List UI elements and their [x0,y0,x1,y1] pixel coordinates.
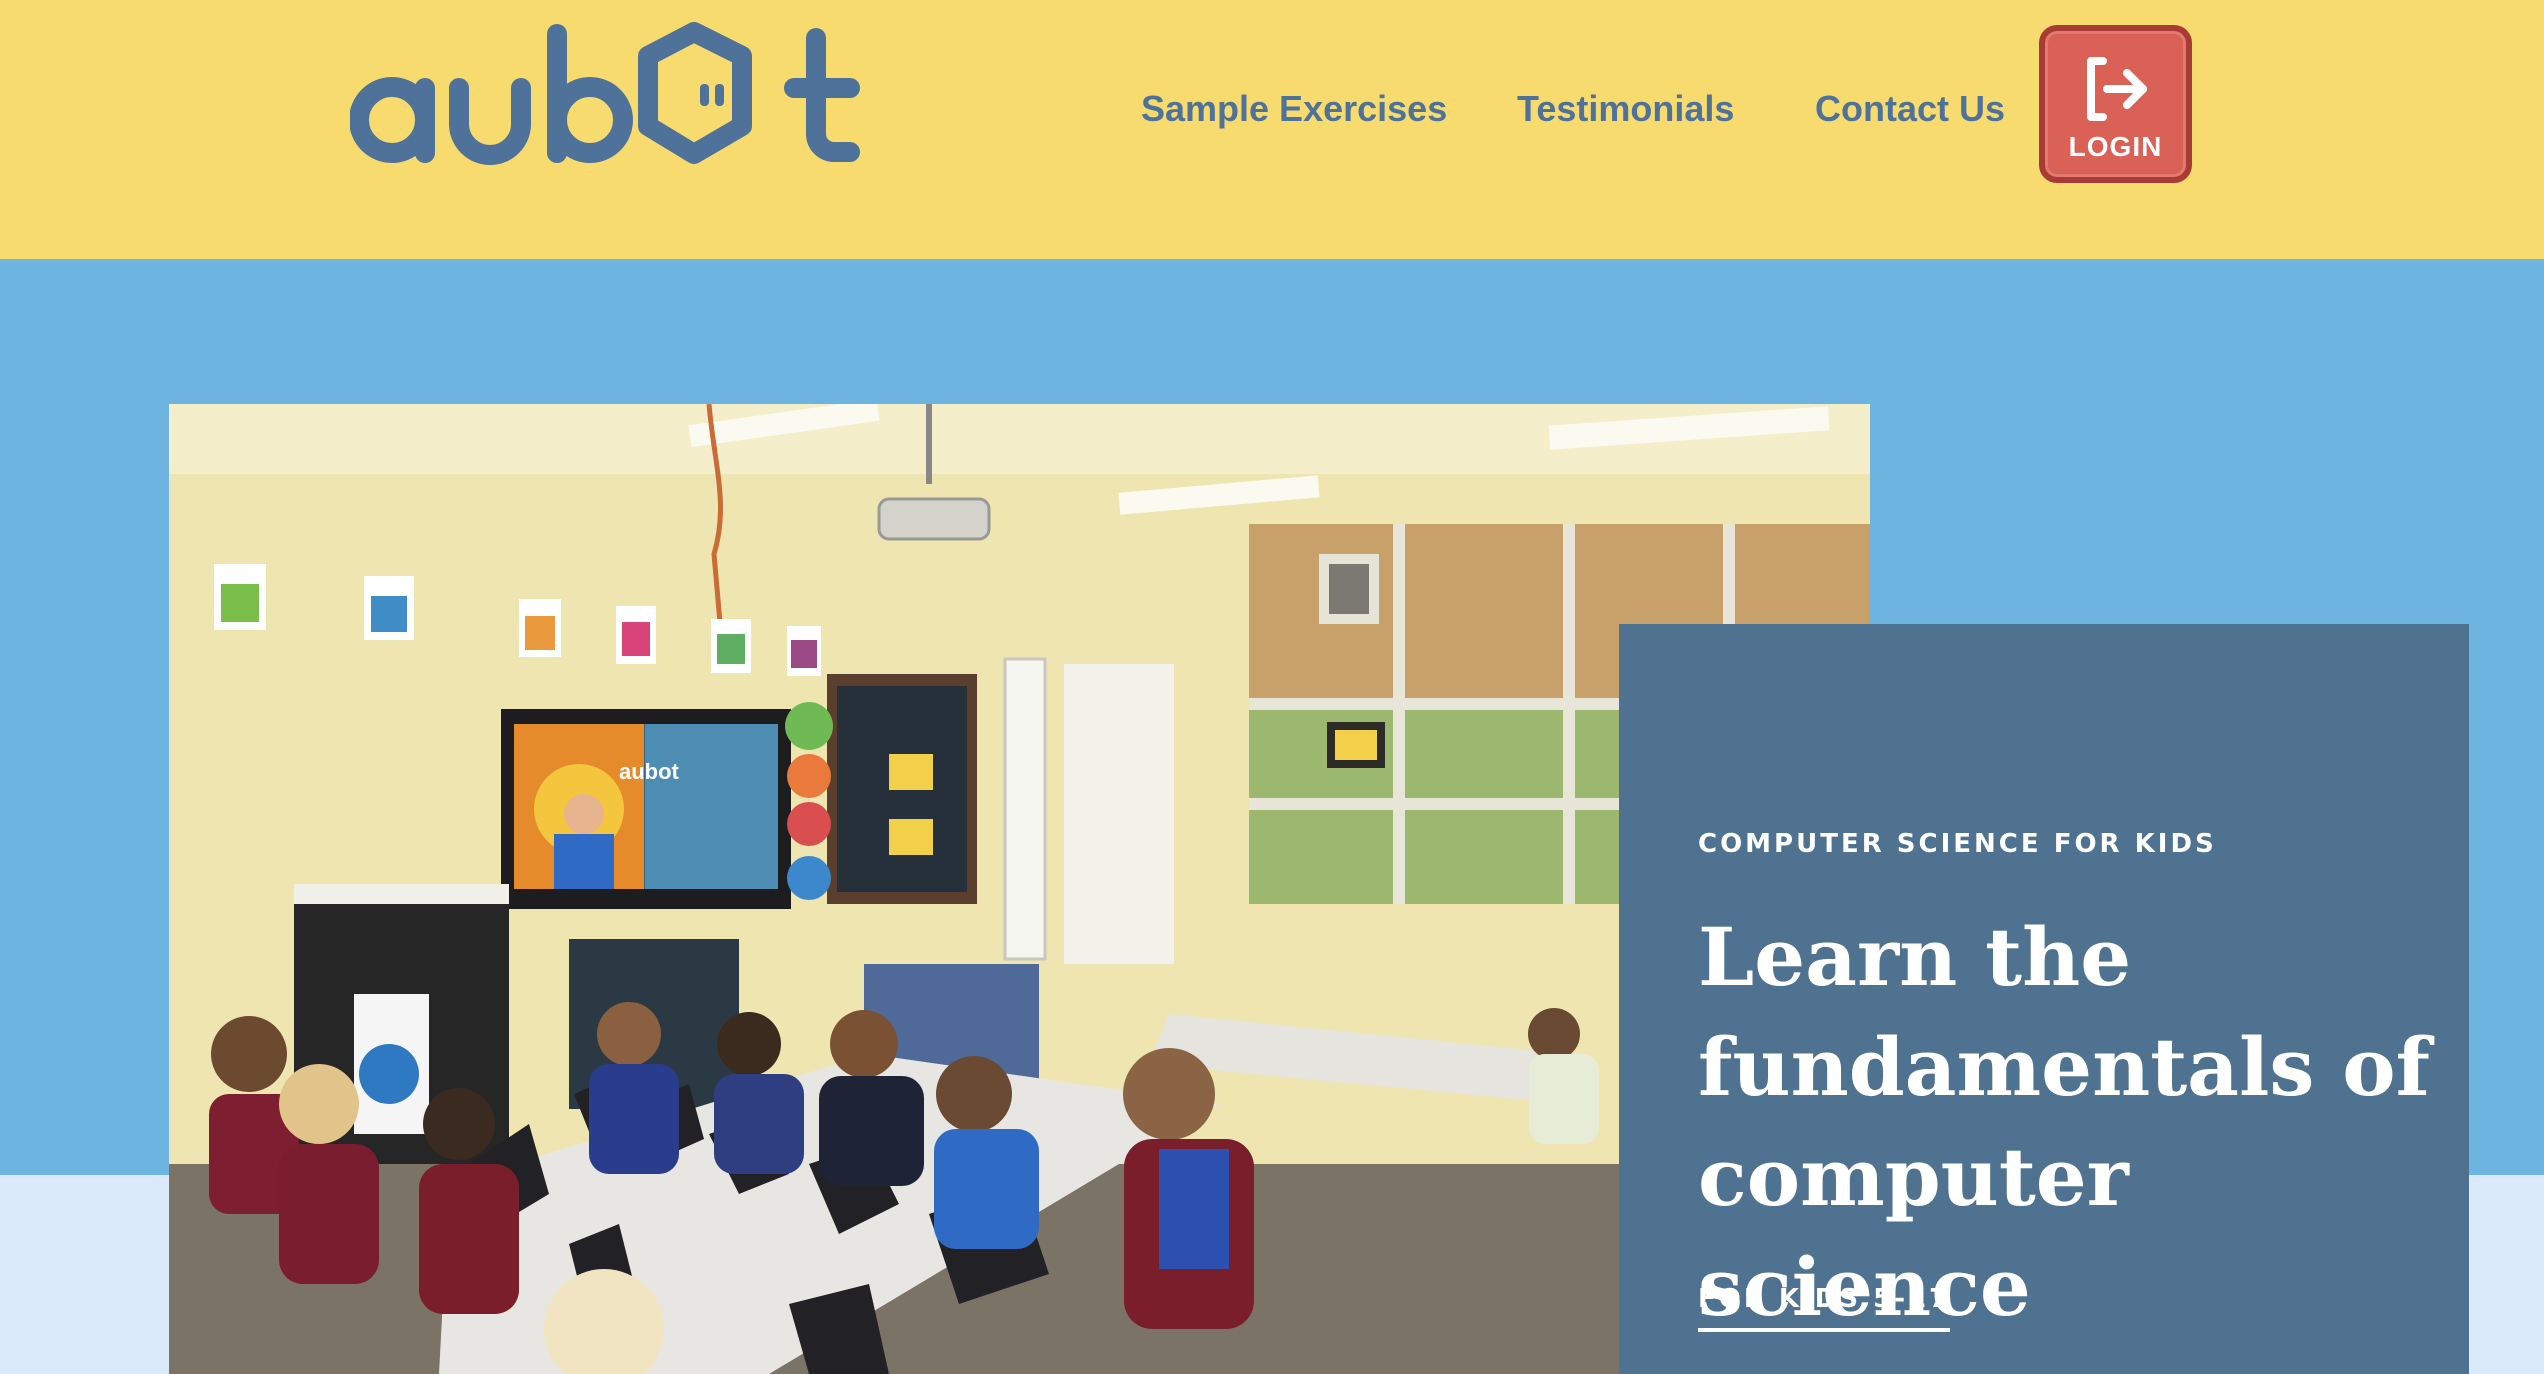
login-label: LOGIN [2068,131,2163,162]
nav-sample-exercises[interactable]: Sample Exercises [1141,88,1447,130]
hero-eyebrow: COMPUTER SCIENCE FOR KIDS [1698,829,2217,859]
login-button[interactable]: LOGIN [2039,25,2192,183]
nav-testimonials[interactable]: Testimonials [1517,88,1734,130]
aubot-logo-mark [349,22,860,165]
nav-contact-us[interactable]: Contact Us [1815,88,2005,130]
for-kids-link[interactable]: FOR KIDS 5-17 [1698,1284,1951,1332]
tv-screen-logo: aubot [619,759,680,784]
hero-card: COMPUTER SCIENCE FOR KIDS Learn the fund… [1619,624,2469,1374]
hero-headline: Learn the fundamentals of computer scien… [1698,910,2431,1334]
sign-in-arrow-icon [2087,57,2147,121]
site-header: Sample Exercises Testimonials Contact Us… [0,0,2544,259]
classroom-illustration: aubot [169,404,1870,1374]
classroom-photo: aubot [169,404,1870,1374]
aubot-logo[interactable] [349,22,880,178]
